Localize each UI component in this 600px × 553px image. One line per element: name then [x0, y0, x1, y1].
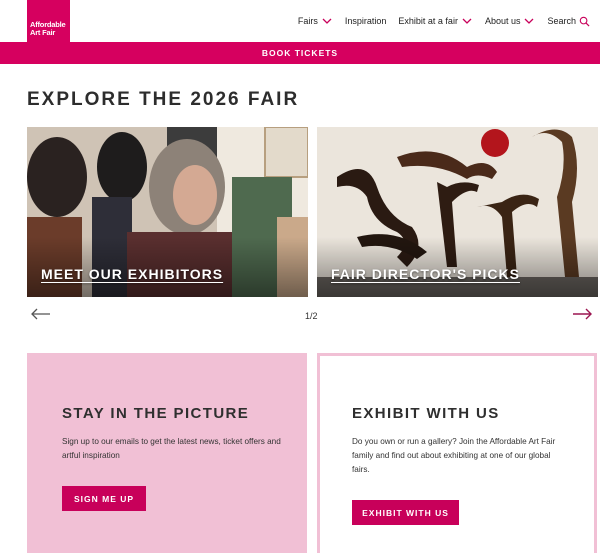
exhibit-title: EXHIBIT WITH US [352, 405, 500, 422]
book-tickets-bar[interactable]: BOOK TICKETS [0, 42, 600, 64]
carousel-pager: 1/2 [305, 311, 318, 321]
nav-label-about: About us [484, 16, 521, 26]
card-label-exhibitors[interactable]: MEET OUR EXHIBITORS [41, 266, 223, 282]
arrow-left-icon[interactable] [31, 308, 51, 320]
section-title: EXPLORE THE 2026 FAIR [27, 89, 300, 110]
exhibit-text: Do you own or run a gallery? Join the Af… [352, 437, 556, 474]
chevron-down-icon [322, 18, 332, 24]
arrow-right-icon[interactable] [572, 308, 592, 320]
nav-search[interactable]: Search [547, 16, 590, 27]
search-label: Search [547, 16, 576, 26]
card-label-picks[interactable]: FAIR DIRECTOR'S PICKS [331, 266, 520, 282]
exhibit-promo: EXHIBIT WITH US Do you own or run a gall… [317, 353, 597, 553]
book-tickets-label: BOOK TICKETS [261, 48, 339, 58]
newsletter-title: STAY IN THE PICTURE [62, 405, 250, 422]
card-meet-exhibitors[interactable]: MEET OUR EXHIBITORS [27, 127, 308, 297]
chevron-down-icon [462, 18, 472, 24]
nav-label-fairs: Fairs [297, 16, 318, 26]
site-header: Affordable Art Fair Fairs Inspiration Ex… [0, 0, 600, 42]
chevron-down-icon [525, 18, 534, 24]
nav-item-exhibit[interactable]: Exhibit at a fair [398, 16, 473, 26]
site-logo[interactable]: Affordable Art Fair [27, 0, 70, 42]
nav-label-inspiration: Inspiration [344, 16, 387, 26]
nav-item-about[interactable]: About us [485, 16, 536, 26]
nav-item-fairs[interactable]: Fairs [298, 16, 333, 26]
logo-line-2: Art Fair [30, 28, 56, 37]
exhibit-with-us-button[interactable]: EXHIBIT WITH US [352, 500, 459, 525]
nav-item-inspiration[interactable]: Inspiration [345, 16, 387, 26]
nav-label-exhibit: Exhibit at a fair [398, 16, 458, 26]
newsletter-promo: STAY IN THE PICTURE Sign up to our email… [27, 353, 307, 553]
sign-me-up-button[interactable]: SIGN ME UP [62, 486, 146, 511]
card-directors-picks[interactable]: FAIR DIRECTOR'S PICKS [317, 127, 598, 297]
search-icon [579, 16, 590, 27]
newsletter-text: Sign up to our emails to get the latest … [62, 437, 281, 460]
main-nav: Fairs Inspiration Exhibit at a fair Abou… [298, 0, 600, 42]
